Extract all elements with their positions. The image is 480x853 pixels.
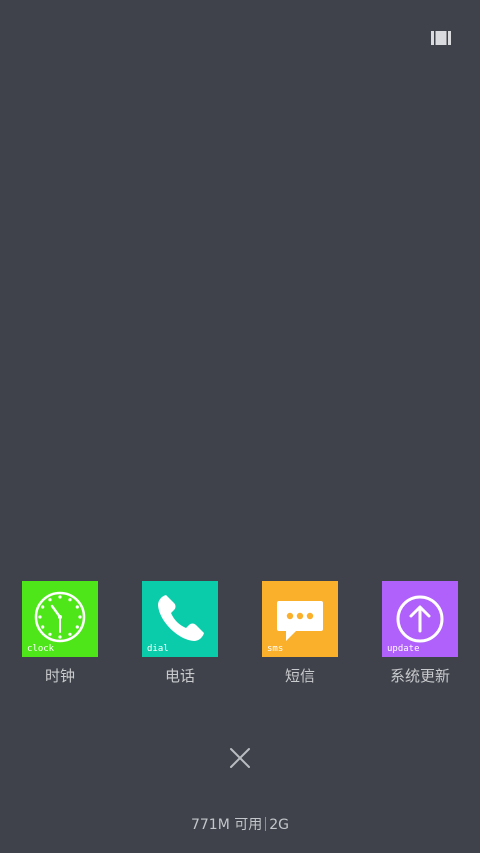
app-label-clock: 时钟 [44, 667, 75, 685]
recent-apps-icon[interactable] [431, 30, 451, 46]
app-tile-update[interactable]: update [382, 581, 458, 657]
app-tile-sms[interactable]: sms [262, 581, 338, 657]
recent-apps-row: clock 时钟 dial 电话 sms 短信 update 系统更新 [0, 581, 480, 691]
app-tag-update: update [387, 644, 420, 654]
memory-divider [265, 817, 267, 831]
app-tile-clock[interactable]: clock [22, 581, 98, 657]
app-sms[interactable]: sms 短信 [240, 581, 360, 691]
memory-status: 771M 可用 2G [0, 816, 480, 834]
app-label-dial: 电话 [164, 667, 195, 685]
app-dial[interactable]: dial 电话 [120, 581, 240, 691]
app-update[interactable]: update 系统更新 [360, 581, 480, 691]
app-tag-dial: dial [147, 644, 169, 654]
memory-total: 2G [269, 817, 290, 833]
app-tag-clock: clock [27, 644, 55, 654]
app-tile-dial[interactable]: dial [142, 581, 218, 657]
app-clock[interactable]: clock 时钟 [0, 581, 120, 691]
app-label-update: 系统更新 [389, 667, 450, 685]
app-label-sms: 短信 [284, 667, 315, 685]
app-tag-sms: sms [267, 644, 284, 654]
memory-available: 771M 可用 [190, 817, 263, 833]
close-button[interactable] [229, 747, 251, 769]
close-icon [230, 748, 250, 768]
